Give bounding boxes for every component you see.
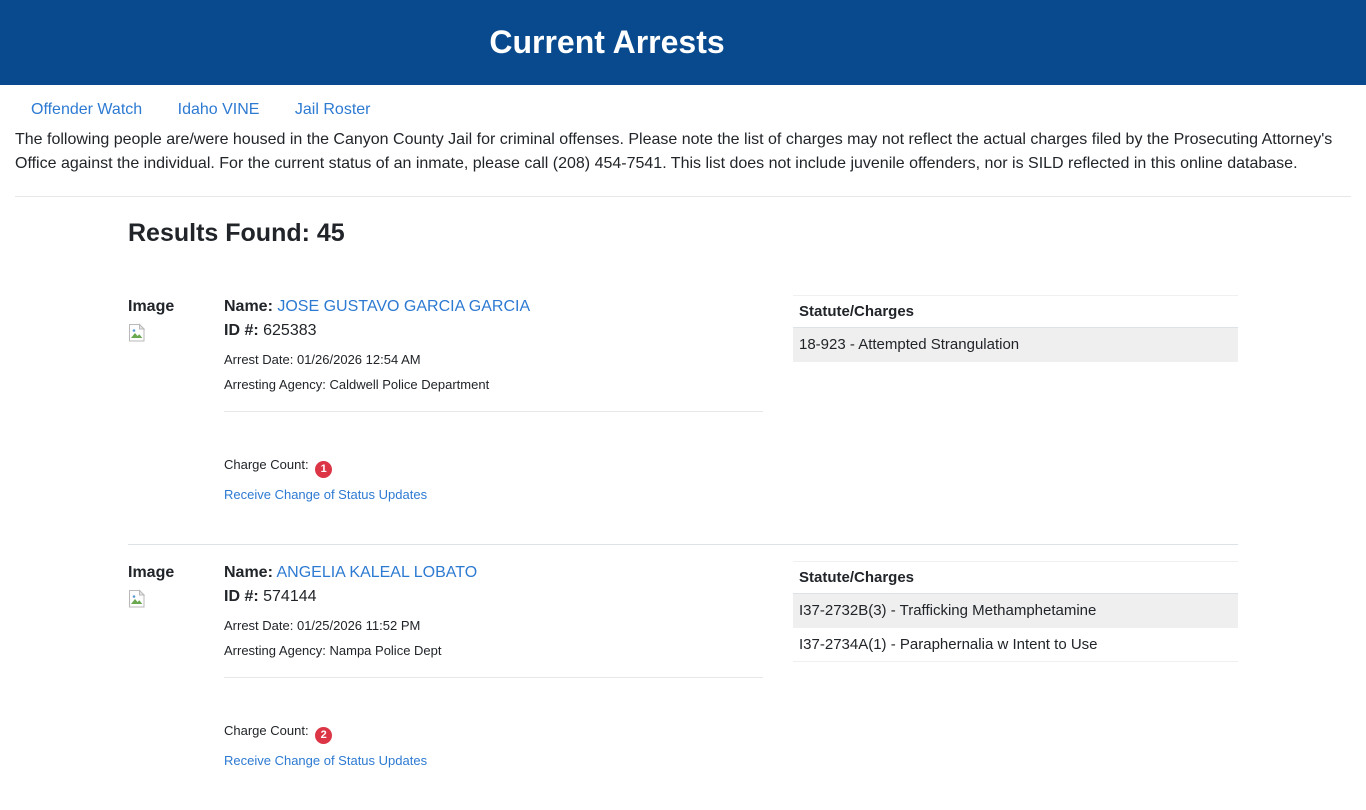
charge-count-label: Charge Count: [224,457,309,472]
charges-header: Statute/Charges [793,296,1238,328]
charge-row: I37-2732B(3) - Trafficking Methamphetami… [793,594,1238,628]
status-updates-link[interactable]: Receive Change of Status Updates [224,487,427,502]
page-divider [15,196,1351,197]
name-line: Name: JOSE GUSTAVO GARCIA GARCIA [224,295,763,319]
arresting-agency: Arresting Agency: Caldwell Police Depart… [224,377,763,393]
details-divider [224,411,763,412]
arrest-record: Image Name: JOSE GUSTAVO GARCIA GARCIA I… [128,295,1238,544]
results-heading: Results Found: 45 [128,219,1238,248]
id-label: ID #: [224,322,259,339]
name-label: Name: [224,564,273,581]
charge-count-label: Charge Count: [224,723,309,738]
page-header: Current Arrests [0,0,1366,85]
inmate-id: 625383 [263,322,316,339]
nav-link-jail-roster[interactable]: Jail Roster [295,101,371,118]
charge-count-badge: 2 [315,727,332,744]
nav-link-offender-watch[interactable]: Offender Watch [31,101,142,118]
image-column: Image [128,295,224,504]
broken-image-icon [128,323,146,343]
charges-header: Statute/Charges [793,562,1238,594]
charges-table: Statute/Charges 18-923 - Attempted Stran… [793,295,1238,362]
status-updates-link[interactable]: Receive Change of Status Updates [224,753,427,768]
image-column: Image [128,561,224,770]
details-divider [224,677,763,678]
charge-item: I37-2732B(3) - Trafficking Methamphetami… [793,594,1238,628]
charge-item: I37-2734A(1) - Paraphernalia w Intent to… [793,628,1238,662]
header-inner: Current Arrests [0,24,1214,61]
charge-count-badge: 1 [315,461,332,478]
inmate-name-link[interactable]: ANGELIA KALEAL LOBATO [276,564,477,581]
name-line: Name: ANGELIA KALEAL LOBATO [224,561,763,585]
intro-text: The following people are/were housed in … [15,128,1351,176]
details-column: Name: ANGELIA KALEAL LOBATO ID #: 574144… [224,561,763,770]
id-label: ID #: [224,588,259,605]
charge-row: 18-923 - Attempted Strangulation [793,328,1238,362]
charge-count-line: Charge Count: 1 [224,456,763,478]
id-line: ID #: 574144 [224,585,763,609]
charge-row: I37-2734A(1) - Paraphernalia w Intent to… [793,628,1238,662]
charges-column: Statute/Charges 18-923 - Attempted Stran… [793,295,1238,504]
arresting-agency: Arresting Agency: Nampa Police Dept [224,643,763,659]
charge-count-line: Charge Count: 2 [224,722,763,744]
broken-image-icon [128,589,146,609]
page-title: Current Arrests [0,24,1214,61]
inmate-id: 574144 [263,588,316,605]
image-label: Image [128,295,224,319]
arrest-date: Arrest Date: 01/25/2026 11:52 PM [224,618,763,634]
id-line: ID #: 625383 [224,319,763,343]
name-label: Name: [224,298,273,315]
details-column: Name: JOSE GUSTAVO GARCIA GARCIA ID #: 6… [224,295,763,504]
inmate-name-link[interactable]: JOSE GUSTAVO GARCIA GARCIA [277,298,530,315]
charges-header-row: Statute/Charges [793,296,1238,328]
arrest-record: Image Name: ANGELIA KALEAL LOBATO ID #: … [128,544,1238,810]
nav-link-idaho-vine[interactable]: Idaho VINE [178,101,260,118]
image-label: Image [128,561,224,585]
charges-column: Statute/Charges I37-2732B(3) - Trafficki… [793,561,1238,770]
charges-table: Statute/Charges I37-2732B(3) - Trafficki… [793,561,1238,662]
charges-header-row: Statute/Charges [793,562,1238,594]
top-nav: Offender Watch Idaho VINE Jail Roster [0,85,1366,119]
charge-item: 18-923 - Attempted Strangulation [793,328,1238,362]
results-container: Results Found: 45 Image Name: JOSE GUSTA… [113,219,1253,810]
arrest-date: Arrest Date: 01/26/2026 12:54 AM [224,352,763,368]
